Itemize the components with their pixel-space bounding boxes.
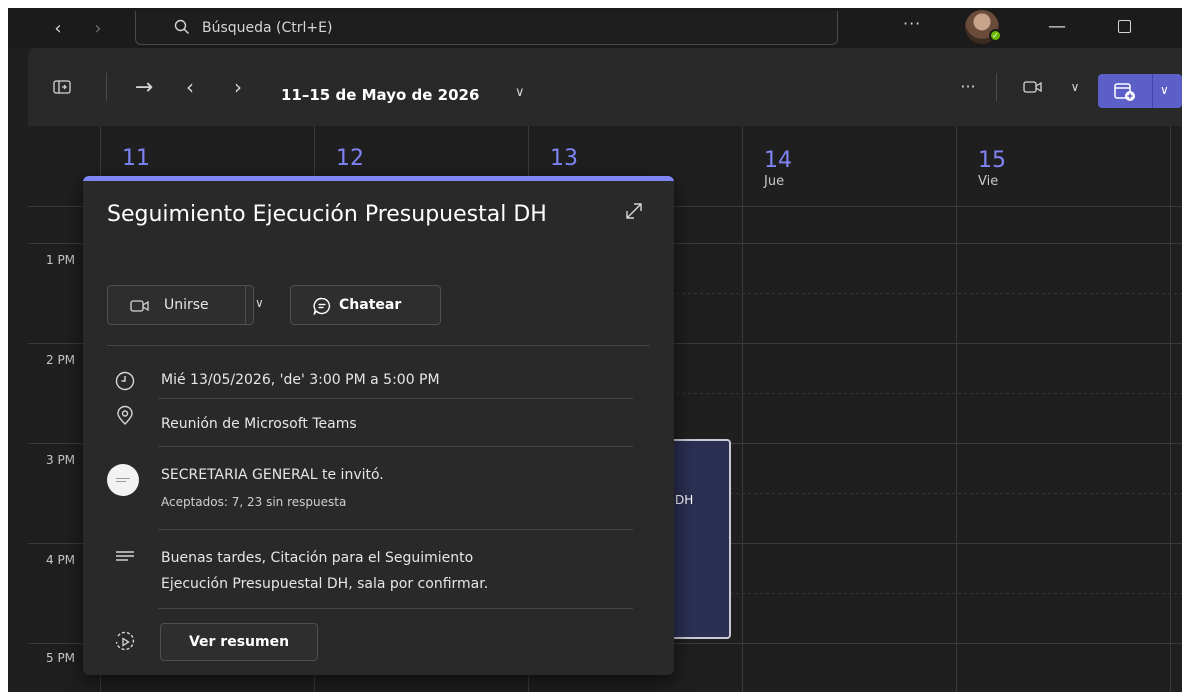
hour-label-5pm: 5 PM bbox=[46, 651, 76, 665]
clock-icon bbox=[115, 371, 135, 391]
organizer-avatar[interactable] bbox=[107, 464, 139, 496]
organizer-invite: SECRETARIA GENERAL te invitó. bbox=[161, 467, 384, 483]
day-number-12[interactable]: 12 bbox=[336, 146, 364, 171]
toolbar-divider bbox=[996, 73, 997, 101]
search-placeholder: Búsqueda (Ctrl+E) bbox=[202, 19, 333, 36]
date-range[interactable]: 11–15 de Mayo de 2026 bbox=[281, 86, 479, 104]
teams-window: ‹ › Búsqueda (Ctrl+E) ··· ✓ — → ‹ › 11–1… bbox=[8, 8, 1182, 692]
button-split-divider bbox=[1152, 74, 1153, 108]
event-title-fragment: DH bbox=[675, 493, 694, 507]
video-camera-icon[interactable] bbox=[1020, 76, 1046, 98]
chevron-down-icon[interactable]: ∨ bbox=[255, 296, 264, 310]
hour-label-4pm: 4 PM bbox=[46, 553, 76, 567]
join-label: Unirse bbox=[164, 297, 209, 313]
title-bar: ‹ › Búsqueda (Ctrl+E) ··· ✓ — bbox=[8, 8, 1182, 48]
event-details-card: Seguimiento Ejecución Presupuestal DH Un… bbox=[83, 176, 674, 675]
day-name-15: Vie bbox=[978, 174, 999, 189]
toolbar-divider bbox=[106, 73, 107, 101]
day-number-13[interactable]: 13 bbox=[550, 146, 578, 171]
more-options-icon[interactable]: ··· bbox=[903, 14, 921, 33]
calendar-toolbar: → ‹ › 11–15 de Mayo de 2026 ∨ ··· ∨ ∨ bbox=[28, 48, 1182, 126]
attendee-responses[interactable]: Aceptados: 7, 23 sin respuesta bbox=[161, 495, 346, 509]
join-button[interactable]: Unirse ∨ bbox=[107, 285, 264, 325]
divider bbox=[158, 446, 633, 447]
divider bbox=[158, 529, 633, 530]
day-number-14[interactable]: 14 bbox=[764, 148, 792, 173]
column-divider bbox=[956, 126, 957, 692]
event-description-line-2: Ejecución Presupuestal DH, sala por conf… bbox=[161, 576, 489, 592]
event-datetime: Mié 13/05/2026, 'de' 3:00 PM a 5:00 PM bbox=[161, 372, 440, 388]
day-number-11[interactable]: 11 bbox=[122, 146, 150, 171]
hour-label-2pm: 2 PM bbox=[46, 353, 76, 367]
back-arrow-icon[interactable]: ‹ bbox=[44, 14, 72, 42]
chevron-down-icon[interactable]: ∨ bbox=[1160, 83, 1169, 97]
chat-icon bbox=[313, 297, 331, 315]
day-name-14: Jue bbox=[764, 174, 785, 189]
chevron-down-icon[interactable]: ∨ bbox=[515, 85, 525, 100]
video-camera-icon bbox=[130, 300, 149, 312]
next-week-icon[interactable]: › bbox=[226, 74, 250, 100]
forward-arrow-icon[interactable]: › bbox=[84, 14, 112, 42]
maximize-icon[interactable] bbox=[1118, 20, 1131, 33]
more-options-icon[interactable]: ··· bbox=[956, 76, 980, 96]
chat-label: Chatear bbox=[339, 297, 402, 313]
column-divider bbox=[1170, 126, 1171, 692]
chat-button[interactable]: Chatear bbox=[290, 285, 441, 325]
calendar-add-icon bbox=[1114, 83, 1135, 101]
search-box[interactable]: Búsqueda (Ctrl+E) bbox=[135, 11, 838, 45]
event-title: Seguimiento Ejecución Presupuestal DH bbox=[107, 202, 547, 227]
hour-label-1pm: 1 PM bbox=[46, 253, 76, 267]
day-number-15[interactable]: 15 bbox=[978, 148, 1006, 173]
hour-label-3pm: 3 PM bbox=[46, 453, 76, 467]
search-icon bbox=[174, 19, 189, 34]
divider bbox=[158, 608, 633, 609]
column-divider bbox=[742, 126, 743, 692]
location-icon bbox=[117, 405, 133, 425]
event-location: Reunión de Microsoft Teams bbox=[161, 416, 357, 432]
expand-icon[interactable] bbox=[623, 200, 645, 222]
new-meeting-button[interactable]: ∨ bbox=[1098, 74, 1182, 108]
previous-week-icon[interactable]: ‹ bbox=[178, 74, 202, 100]
event-description-line-1: Buenas tardes, Citación para el Seguimie… bbox=[161, 550, 474, 566]
toggle-pane-icon[interactable] bbox=[50, 76, 74, 98]
today-arrow-icon[interactable]: → bbox=[130, 74, 158, 100]
presence-available-icon: ✓ bbox=[989, 29, 1002, 42]
description-icon bbox=[116, 551, 134, 561]
divider bbox=[158, 398, 633, 399]
view-summary-button[interactable]: Ver resumen bbox=[160, 623, 318, 661]
recap-icon bbox=[115, 631, 135, 651]
divider bbox=[107, 345, 650, 346]
button-split-divider bbox=[245, 286, 246, 324]
accent-bar bbox=[83, 176, 674, 181]
minimize-icon[interactable]: — bbox=[1048, 16, 1066, 37]
chevron-down-icon[interactable]: ∨ bbox=[1068, 78, 1082, 96]
